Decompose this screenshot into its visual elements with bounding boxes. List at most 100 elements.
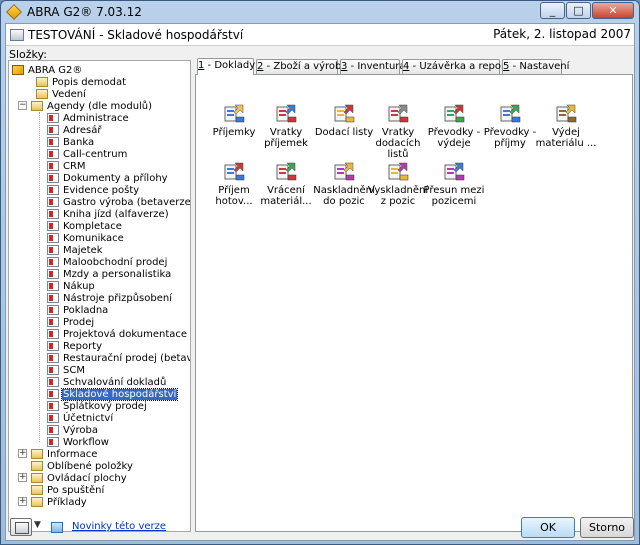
tree-item-kniha-jizd-alfaverze[interactable]: Kniha jízd (alfaverze) xyxy=(47,208,170,220)
tree-item-label: Adresář xyxy=(63,124,102,136)
tree-item-restauracni-prodej-betaverze[interactable]: Restaurační prodej (betaverze) xyxy=(47,352,190,364)
tree-item-scm[interactable]: SCM xyxy=(47,364,86,376)
agenda-icon xyxy=(47,197,59,207)
tree-item-label: Skladové hospodářství xyxy=(60,387,179,401)
tree-item-pokladna[interactable]: Pokladna xyxy=(47,304,109,316)
tree-item-vyroba[interactable]: Výroba xyxy=(47,424,99,436)
tab-uzaverka-a-reporty[interactable]: 4 - Uzávěrka a reporty xyxy=(402,59,515,74)
tree-item-popis-demodat[interactable]: Popis demodat xyxy=(36,76,127,88)
tree-item-skladove-hospodarstvi[interactable]: Skladové hospodářství xyxy=(47,387,179,401)
tree-item-majetek[interactable]: Majetek xyxy=(47,244,104,256)
tree-item-evidence-posty[interactable]: Evidence pošty xyxy=(47,184,140,196)
agenda-icon xyxy=(47,173,59,183)
tile-vydej-materialu[interactable]: Výdej materiálu ... xyxy=(534,101,598,151)
tile-vyskladneni-z-pozic[interactable]: Vyskladnění z pozic xyxy=(366,159,430,209)
agenda-icon xyxy=(47,305,59,315)
agenda-icon xyxy=(47,269,59,279)
tree-item-oblibene-polozky[interactable]: Oblíbené položky xyxy=(31,460,134,472)
tab-label: - Uzávěrka a reporty xyxy=(409,61,515,72)
agenda-icon xyxy=(47,221,59,231)
tab-nastaveni[interactable]: 5 - Nastavení xyxy=(502,59,569,74)
window-title: ABRA G2® 7.03.12 xyxy=(27,5,142,19)
tile-vratky-dodacich-listu[interactable]: Vratky dodacích listů xyxy=(366,101,430,160)
minimize-button[interactable]: _ xyxy=(540,2,565,19)
finished-goods-receipt-icon xyxy=(222,159,246,183)
tree-item-label: Oblíbené položky xyxy=(47,460,133,472)
tile-panel: Příjemky Vratky příjemek Dodací listy Vratk… xyxy=(195,74,633,532)
tree-item-prodej[interactable]: Prodej xyxy=(47,316,95,328)
tree-item-reporty[interactable]: Reporty xyxy=(47,340,103,352)
tree-item-kompletace[interactable]: Kompletace xyxy=(47,220,123,232)
agenda-icon xyxy=(47,413,59,423)
tile-label: Přesun mezi pozicemi xyxy=(423,185,485,207)
agenda-icon xyxy=(47,317,59,327)
tree-item-maloobchodni-prodej[interactable]: Maloobchodní prodej xyxy=(47,256,168,268)
tree-item-abra-g2[interactable]: ABRA G2® xyxy=(12,64,83,76)
abra-logo-icon xyxy=(12,65,24,75)
tree-item-label: SCM xyxy=(63,364,85,376)
folder-icon xyxy=(31,485,43,495)
tree-item-label: Prodej xyxy=(63,316,95,328)
tab-inventura[interactable]: 3 - Inventura xyxy=(340,59,406,74)
folder-icon xyxy=(36,77,48,87)
return-receipt-icon xyxy=(274,101,298,125)
agenda-icon xyxy=(47,149,59,159)
agenda-icon xyxy=(47,389,59,399)
expand-icon[interactable]: + xyxy=(18,473,27,482)
tree-item-komunikace[interactable]: Komunikace xyxy=(47,232,125,244)
tree-item-vedeni[interactable]: Vedení xyxy=(36,88,87,100)
maximize-button[interactable]: □ xyxy=(566,2,591,19)
title-bar[interactable]: ABRA G2® 7.03.12 _ □ ✕ xyxy=(1,1,639,23)
tree-item-ucetnictvi[interactable]: Účetnictví xyxy=(47,412,114,424)
tree-item-nastroje-prizpusobeni[interactable]: Nástroje přizpůsobení xyxy=(47,292,173,304)
tree-item-mzdy-a-personalistika[interactable]: Mzdy a personalistika xyxy=(47,268,172,280)
tile-vratky-prijemek[interactable]: Vratky příjemek xyxy=(254,101,318,151)
cancel-button[interactable]: Storno xyxy=(580,517,634,538)
expand-icon[interactable]: + xyxy=(18,449,27,458)
tree-item-workflow[interactable]: Workflow xyxy=(47,436,110,448)
tree-item-label: Agendy (dle modulů) xyxy=(47,100,153,112)
news-icon xyxy=(51,522,63,533)
agenda-icon xyxy=(47,329,59,339)
tree-item-administrace[interactable]: Administrace xyxy=(47,112,130,124)
config-button[interactable] xyxy=(10,518,32,536)
tile-prevodky-prijmy[interactable]: Převodky - příjmy xyxy=(478,101,542,151)
tile-vraceni-material[interactable]: Vrácení materiál... xyxy=(254,159,318,209)
tree-item-nakup[interactable]: Nákup xyxy=(47,280,96,292)
ok-button[interactable]: OK xyxy=(521,517,575,538)
tree-item-call-centrum[interactable]: Call-centrum xyxy=(47,148,128,160)
transfer-out-icon xyxy=(442,101,466,125)
tree-item-label: Dokumenty a přílohy xyxy=(63,172,168,184)
tree-item-po-spusteni[interactable]: Po spuštění xyxy=(31,484,105,496)
tab-doklady[interactable]: 1 - Doklady xyxy=(197,58,255,75)
tile-label: Vratky příjemek xyxy=(264,127,308,149)
tile-presun-mezi-pozicemi[interactable]: Přesun mezi pozicemi xyxy=(422,159,486,209)
close-button[interactable]: ✕ xyxy=(592,2,634,19)
tree-item-projektova-dokumentace[interactable]: Projektová dokumentace xyxy=(47,328,188,340)
news-link[interactable]: Novinky této verze xyxy=(72,521,166,532)
config-dropdown-icon[interactable]: ▼ xyxy=(34,520,41,530)
stock-into-positions-icon xyxy=(332,159,356,183)
tab-zbozi-a-vyrobky[interactable]: 2 - Zboží a výrobky xyxy=(256,59,353,74)
expand-icon[interactable]: + xyxy=(18,497,27,506)
tree-item-schvalovani-dokladu[interactable]: Schvalování dokladů xyxy=(47,376,167,388)
tree-item-splatkovy-prodej[interactable]: Splátkový prodej xyxy=(47,400,148,412)
tile-label: Vrácení materiál... xyxy=(260,185,312,207)
tree-item-banka[interactable]: Banka xyxy=(47,136,95,148)
tree-item-gastro-vyroba-betaverze[interactable]: Gastro výroba (betaverze) xyxy=(47,196,191,208)
tile-label: Převodky - příjmy xyxy=(483,127,537,149)
tree-item-adresar[interactable]: Adresář xyxy=(47,124,103,136)
tab-label: - Nastavení xyxy=(509,61,570,72)
tree-item-ovladaci-plochy[interactable]: Ovládací plochy xyxy=(31,472,128,484)
collapse-icon[interactable]: − xyxy=(18,101,27,110)
folder-tree[interactable]: ABRA G2® Popis demodat Vedení Agendy (dle m… xyxy=(8,60,191,532)
tree-item-label: Restaurační prodej (betaverze) xyxy=(63,352,190,364)
tree-item-agendy-dle-modulu[interactable]: Agendy (dle modulů) xyxy=(31,100,153,112)
tree-item-crm[interactable]: CRM xyxy=(47,160,87,172)
tile-prevodky-vydeje[interactable]: Převodky - výdeje xyxy=(422,101,486,151)
tree-item-dokumenty-a-prilohy[interactable]: Dokumenty a přílohy xyxy=(47,172,169,184)
tree-item-label: Ovládací plochy xyxy=(47,472,127,484)
tree-item-label: Gastro výroba (betaverze) xyxy=(63,196,191,208)
tree-item-priklady[interactable]: Příklady xyxy=(31,496,88,508)
tree-item-informace[interactable]: Informace xyxy=(31,448,98,460)
